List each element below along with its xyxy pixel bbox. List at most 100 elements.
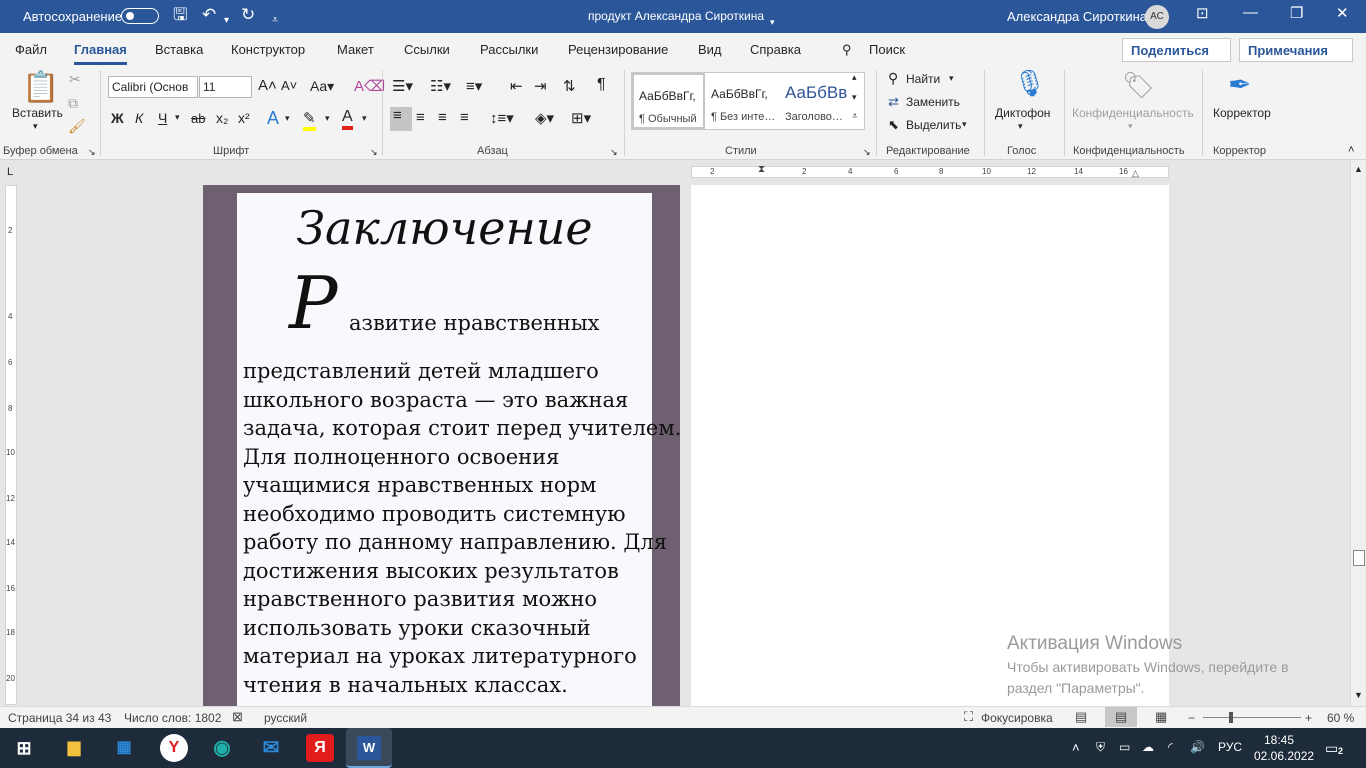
select-button[interactable]: Выделить <box>906 118 961 132</box>
undo-icon[interactable]: ↶ <box>202 5 216 25</box>
clear-formatting-icon[interactable]: A⌫ <box>354 77 385 95</box>
text-box[interactable]: Заключение Р азвитие нравственных предст… <box>237 193 681 706</box>
paste-dropdown-icon[interactable]: ▾ <box>33 121 38 132</box>
grow-font-icon[interactable]: A˄ <box>258 77 277 94</box>
styles-more-icon[interactable]: ⩡ <box>852 111 858 122</box>
scroll-up-icon[interactable]: ▲ <box>1354 164 1363 174</box>
page-right[interactable] <box>691 185 1169 706</box>
word-count[interactable]: Число слов: 1802 <box>124 711 221 725</box>
autosave-toggle[interactable] <box>121 8 159 24</box>
yandex-browser-icon[interactable]: Y <box>160 734 188 762</box>
show-formatting-button[interactable]: ¶ <box>597 76 606 94</box>
borders-icon[interactable]: ⊞▾ <box>571 109 591 127</box>
style-heading[interactable]: АаБбВв Заголово… <box>780 73 853 129</box>
focus-button[interactable]: Фокусировка <box>981 711 1053 725</box>
edge-icon[interactable]: ◉ <box>208 734 236 762</box>
zoom-slider[interactable] <box>1203 717 1301 718</box>
cut-icon[interactable]: ✂ <box>69 71 81 88</box>
style-no-spacing[interactable]: АаБбВвГг, ¶ Без инте… <box>706 73 779 129</box>
change-case-icon[interactable]: Aa▾ <box>310 78 334 95</box>
dictate-dropdown-icon[interactable]: ▾ <box>1018 121 1023 132</box>
ribbon-display-icon[interactable]: ⊡ <box>1196 4 1209 22</box>
bullets-icon[interactable]: ☰▾ <box>392 77 413 95</box>
tab-review[interactable]: Рецензирование <box>568 42 668 57</box>
find-dropdown-icon[interactable]: ▾ <box>949 73 954 84</box>
indent-marker-icon[interactable]: ⧗ <box>758 164 765 175</box>
replace-button[interactable]: Заменить <box>906 95 960 109</box>
tray-battery-icon[interactable]: ▭ <box>1119 740 1130 754</box>
mail-icon[interactable]: ✉ <box>257 734 285 762</box>
sort-icon[interactable]: ⇅ <box>563 77 576 95</box>
styles-launcher-icon[interactable]: ↘ <box>863 147 871 158</box>
comments-button[interactable]: Примечания <box>1239 38 1353 62</box>
search-label[interactable]: Поиск <box>869 42 905 57</box>
tab-references[interactable]: Ссылки <box>404 42 450 57</box>
font-launcher-icon[interactable]: ↘ <box>370 147 378 158</box>
avatar[interactable]: АС <box>1145 5 1169 29</box>
zoom-level[interactable]: 60 % <box>1327 711 1354 725</box>
find-button[interactable]: Найти <box>906 72 940 86</box>
scroll-down-icon[interactable]: ▼ <box>1354 690 1363 700</box>
save-icon[interactable]: 🖫 <box>173 5 187 25</box>
clipboard-launcher-icon[interactable]: ↘ <box>88 147 96 158</box>
font-name-select[interactable]: Calibri (Основ <box>108 76 198 98</box>
select-icon[interactable]: ⬉ <box>888 117 899 133</box>
decrease-indent-icon[interactable]: ⇤ <box>510 77 523 95</box>
notification-center-icon[interactable]: ▭ <box>1325 740 1338 757</box>
increase-indent-icon[interactable]: ⇥ <box>534 77 547 95</box>
search-icon[interactable]: ⚲ <box>842 42 852 58</box>
numbering-icon[interactable]: ☷▾ <box>430 77 451 95</box>
paragraph-launcher-icon[interactable]: ↘ <box>610 147 618 158</box>
collapse-ribbon-icon[interactable]: ˄ <box>1348 144 1354 156</box>
tray-onedrive-icon[interactable]: ☁ <box>1142 740 1154 754</box>
tab-view[interactable]: Вид <box>698 42 722 57</box>
tab-design[interactable]: Конструктор <box>231 42 305 57</box>
select-dropdown-icon[interactable]: ▾ <box>962 119 967 130</box>
focus-icon[interactable]: ⛶ <box>964 709 973 725</box>
windows-start-icon[interactable]: ⊞ <box>10 734 38 762</box>
replace-icon[interactable]: ⇄ <box>888 94 899 110</box>
close-icon[interactable]: ✕ <box>1336 4 1349 22</box>
word-taskbar-button[interactable]: W <box>346 728 392 768</box>
align-right-icon[interactable]: ≡ <box>438 109 447 126</box>
tab-home[interactable]: Главная <box>74 42 127 65</box>
editor-button[interactable]: Корректор <box>1213 106 1271 120</box>
underline-button[interactable]: Ч <box>158 110 167 126</box>
restore-icon[interactable]: ❐ <box>1290 4 1303 22</box>
input-language[interactable]: РУС <box>1218 740 1242 754</box>
minimize-icon[interactable]: — <box>1243 4 1258 21</box>
print-layout-icon[interactable]: ▤ <box>1115 709 1127 725</box>
paste-button[interactable]: Вставить <box>12 106 63 120</box>
zoom-out-icon[interactable]: − <box>1188 711 1195 725</box>
read-mode-icon[interactable]: ▤ <box>1075 709 1087 725</box>
tray-wifi-icon[interactable]: ◜ <box>1168 740 1173 754</box>
font-size-select[interactable]: 11 <box>199 76 252 98</box>
styles-scroll-up-icon[interactable]: ▴ <box>852 72 857 83</box>
microphone-icon[interactable]: 🎙 <box>1013 68 1046 99</box>
tab-selector-icon[interactable]: L <box>7 166 13 178</box>
copy-icon[interactable]: ⧉ <box>68 95 78 112</box>
style-normal[interactable]: АаБбВвГг, ¶ Обычный <box>632 73 705 129</box>
superscript-button[interactable]: x² <box>238 110 250 126</box>
align-left-icon[interactable]: ≡ <box>390 107 412 131</box>
find-icon[interactable]: ⚲ <box>888 70 898 87</box>
web-layout-icon[interactable]: ▦ <box>1155 709 1167 725</box>
tray-volume-icon[interactable]: 🔊 <box>1190 740 1205 754</box>
strikethrough-button[interactable]: ab <box>191 111 205 126</box>
redo-icon[interactable]: ↻ <box>241 5 255 25</box>
store-icon[interactable]: ▦ <box>110 734 138 762</box>
text-effects-dropdown-icon[interactable]: ▾ <box>285 113 290 124</box>
underline-dropdown-icon[interactable]: ▾ <box>175 112 180 123</box>
font-color-dropdown-icon[interactable]: ▾ <box>362 113 367 124</box>
highlight-icon[interactable]: ✎ <box>303 109 316 131</box>
line-spacing-icon[interactable]: ↕≡▾ <box>490 109 514 127</box>
paste-icon[interactable]: 📋 <box>22 70 59 105</box>
multilevel-list-icon[interactable]: ≡▾ <box>466 77 482 95</box>
format-painter-icon[interactable]: 🖌 <box>68 118 86 135</box>
share-button[interactable]: Поделиться <box>1122 38 1231 62</box>
tab-help[interactable]: Справка <box>750 42 801 57</box>
editor-icon[interactable]: ✒ <box>1228 68 1251 101</box>
scroll-thumb[interactable] <box>1353 550 1365 566</box>
file-explorer-icon[interactable]: ▆ <box>60 734 88 762</box>
tab-insert[interactable]: Вставка <box>155 42 203 57</box>
